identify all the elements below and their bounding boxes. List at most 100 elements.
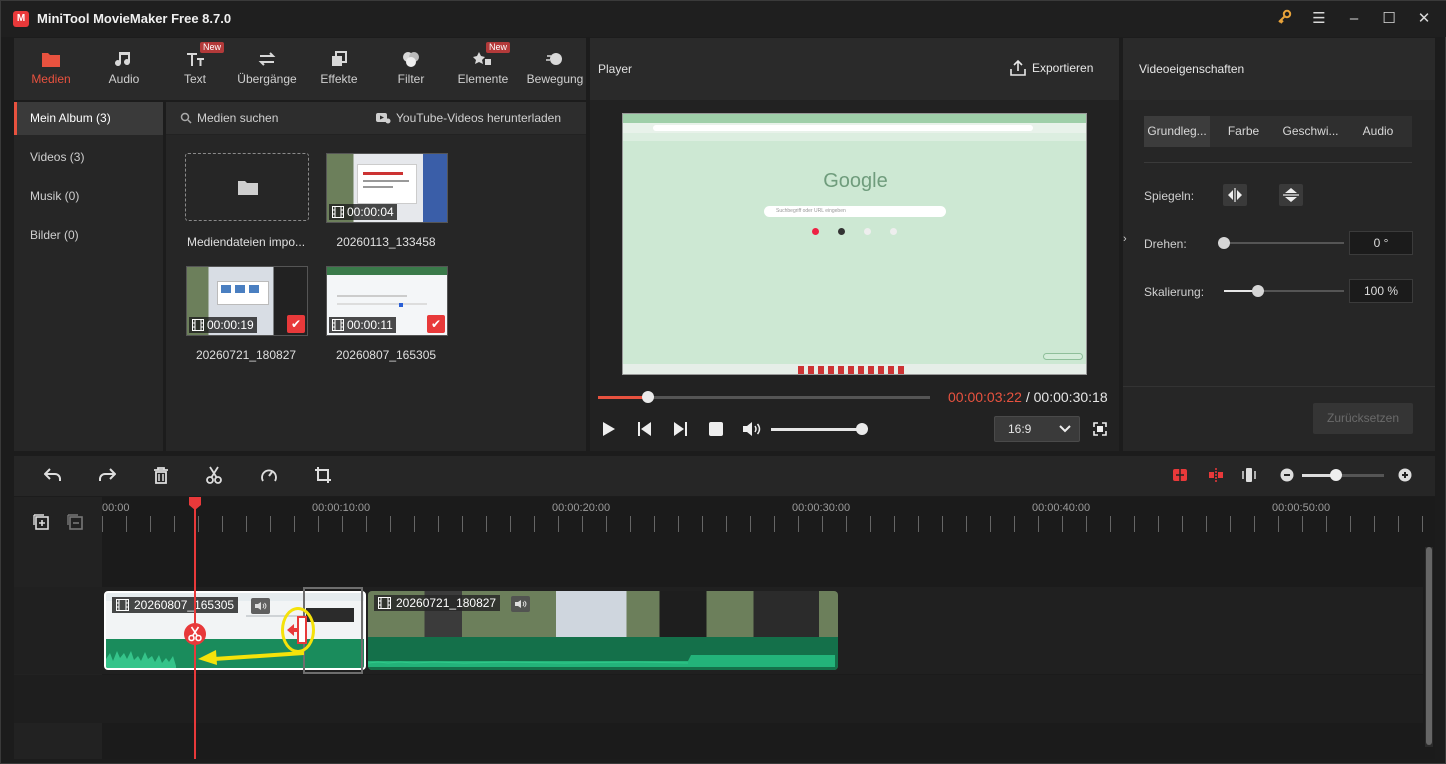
speed-icon[interactable] [260,467,278,484]
redo-icon[interactable] [98,467,116,483]
mirror-horizontal-button[interactable] [1223,184,1247,206]
youtube-download-icon [376,113,391,124]
zoom-in-icon[interactable] [1398,468,1412,482]
remove-track-icon[interactable] [67,514,83,530]
media-name: 20260721_180827 [195,348,297,362]
media-name: 20260113_133458 [336,235,436,249]
clip-volume-button[interactable] [251,598,270,614]
import-media-box[interactable] [185,153,309,221]
trim-handle-icon[interactable] [286,616,310,644]
timeline-clip-2[interactable]: 20260721_180827 [368,591,838,670]
audio-track [14,675,1423,723]
export-button[interactable]: Exportieren [1010,59,1093,77]
seek-bar[interactable] [598,391,930,403]
sidebar-item-bilder[interactable]: Bilder (0) [14,219,163,252]
scale-slider[interactable] [1224,285,1344,297]
rotate-handle[interactable] [1218,237,1230,249]
tab-bewegung[interactable]: Bewegung [522,38,588,100]
timeline-scrollbar[interactable] [1426,547,1432,745]
tab-grundlegend[interactable]: Grundleg... [1144,116,1210,147]
media-thumbnail[interactable]: 00:00:04 [326,153,448,223]
volume-slider[interactable] [771,423,868,435]
delete-icon[interactable] [153,467,169,484]
tab-medien[interactable]: Medien [18,38,84,100]
playhead-handle[interactable] [188,497,202,511]
collapse-panel-icon[interactable]: › [1123,233,1131,253]
zoom-slider[interactable] [1302,469,1384,481]
total-time: 00:00:30:18 [1033,389,1108,405]
ruler-label: 00:00:20:00 [552,502,611,514]
rotate-slider[interactable] [1218,237,1344,249]
scale-handle[interactable] [1252,285,1264,297]
tab-farbe[interactable]: Farbe [1210,116,1277,147]
current-time: 00:00:03:22 [948,389,1022,405]
stop-icon[interactable] [709,422,723,436]
media-search[interactable]: Medien suchen [180,111,278,125]
rotate-value[interactable]: 0 ° [1349,231,1413,255]
scissors-icon [188,626,202,642]
tab-label: Medien [31,72,71,86]
media-search-label: Medien suchen [197,111,279,125]
app-title: MiniTool MovieMaker Free 8.7.0 [37,11,232,26]
duration-badge: 00:00:11 [329,317,396,333]
audio-waveform [368,655,835,667]
mirror-vertical-button[interactable] [1279,184,1303,206]
speaker-icon [255,602,267,610]
drag-direction-arrow [198,650,304,665]
split-marker[interactable] [184,623,206,645]
film-icon [332,319,344,331]
sidebar-item-videos[interactable]: Videos (3) [14,141,163,174]
tab-uebergaenge[interactable]: Übergänge [232,38,302,100]
add-track-icon[interactable] [33,514,49,530]
tab-elemente[interactable]: New Elemente [450,38,516,100]
timecode: 00:00:03:22 / 00:00:30:18 [948,389,1108,405]
split-track-icon[interactable] [1208,467,1224,483]
tab-geschwindigkeit[interactable]: Geschwi... [1277,116,1344,147]
fit-timeline-icon[interactable] [1241,467,1257,483]
export-icon [1010,59,1026,76]
album-sidebar: Mein Album (3) Videos (3) Musik (0) Bild… [14,102,163,451]
divider [1123,386,1435,387]
zoom-handle[interactable] [1330,469,1342,481]
split-scissors-icon[interactable] [206,466,222,484]
scale-value[interactable]: 100 % [1349,279,1413,303]
key-icon[interactable] [1273,9,1295,29]
volume-handle[interactable] [856,423,868,435]
youtube-download-button[interactable]: YouTube-Videos herunterladen [376,111,561,125]
aspect-ratio-select[interactable]: 16:9 [994,416,1080,442]
snap-icon[interactable] [1172,467,1188,483]
reset-button[interactable]: Zurücksetzen [1313,403,1413,434]
close-icon[interactable]: ✕ [1413,9,1435,29]
tab-text[interactable]: New Text [164,38,226,100]
clip-name-badge: 20260807_165305 [112,597,239,613]
media-thumbnail[interactable]: 00:00:11 ✔ [326,266,448,336]
clip-volume-button[interactable] [511,596,530,612]
fullscreen-icon[interactable] [1093,422,1107,436]
undo-icon[interactable] [44,467,62,483]
menu-icon[interactable]: ☰ [1308,9,1330,29]
volume-icon[interactable] [742,421,762,437]
seek-handle[interactable] [642,391,654,403]
previous-frame-icon[interactable] [637,421,653,437]
crop-icon[interactable] [314,466,332,484]
next-frame-icon[interactable] [672,421,688,437]
sidebar-item-musik[interactable]: Musik (0) [14,180,163,213]
play-icon[interactable] [602,421,616,437]
app-window: M MiniTool MovieMaker Free 8.7.0 ☰ – ☐ ✕… [0,0,1446,764]
minimize-icon[interactable]: – [1343,9,1365,29]
selected-check-icon: ✔ [287,315,305,333]
media-thumbnail[interactable]: 00:00:19 ✔ [186,266,308,336]
ruler-label: 00:00:10:00 [312,502,371,514]
maximize-icon[interactable]: ☐ [1378,9,1400,29]
sidebar-item-mein-album[interactable]: Mein Album (3) [14,102,163,135]
media-library: Medien suchen YouTube-Videos herunterlad… [166,102,586,451]
time-ruler: 00:00 00:00:10:00 00:00:20:00 00:00:30:0… [102,497,1435,547]
tab-filter[interactable]: Filter [380,38,442,100]
film-icon [378,597,391,609]
ruler-ticks [102,516,1435,532]
zoom-out-icon[interactable] [1280,468,1294,482]
tab-audio-props[interactable]: Audio [1344,116,1412,147]
tab-audio[interactable]: Audio [91,38,157,100]
tab-effekte[interactable]: Effekte [308,38,370,100]
properties-title: Videoeigenschaften [1139,62,1245,76]
